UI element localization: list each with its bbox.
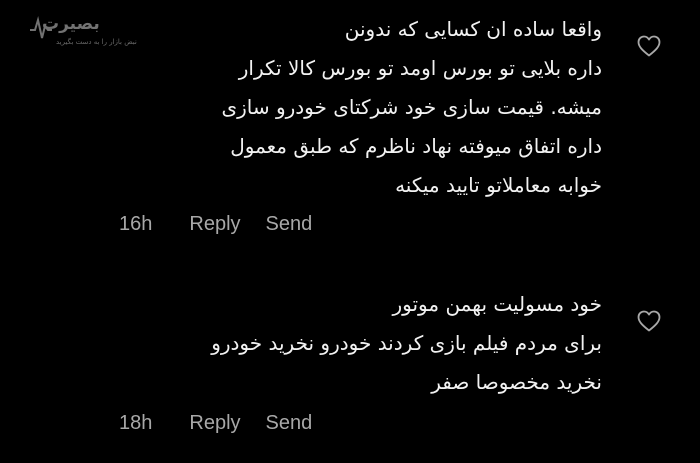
comment-actions: 18h Reply Send <box>119 412 312 435</box>
comment-timestamp: 16h <box>119 213 153 235</box>
comment-item: واقعا ساده ان کسایی که ندونن داره بلایی … <box>221 10 602 205</box>
comment-line: برای مردم فیلم بازی کردند خودرو نخرید خو… <box>211 331 602 355</box>
comment-line: واقعا ساده ان کسایی که ندونن <box>344 17 602 41</box>
send-button[interactable]: Send <box>266 412 313 435</box>
comment-timestamp: 18h <box>119 412 153 434</box>
comment-actions: 16h Reply Send <box>119 213 312 236</box>
watermark-brand: بصیرت <box>42 14 100 34</box>
comment-line: خوابه معاملاتو تایید میکنه <box>395 173 602 197</box>
reply-button[interactable]: Reply <box>189 412 240 435</box>
watermark-tagline: نبض بازار را به دست بگیرید <box>56 38 137 46</box>
comment-text: واقعا ساده ان کسایی که ندونن داره بلایی … <box>221 10 602 205</box>
comment-line: نخرید مخصوصا صفر <box>431 370 602 394</box>
comment-line: میشه. قیمت سازی خود شرکتای خودرو سازی <box>221 95 602 119</box>
send-button[interactable]: Send <box>266 213 313 236</box>
comment-line: داره بلایی تو بورس اومد تو بورس کالا تکر… <box>238 56 602 80</box>
comment-text: خود مسولیت بهمن موتور برای مردم فیلم باز… <box>211 285 602 402</box>
comment-line: خود مسولیت بهمن موتور <box>392 292 602 316</box>
heart-outline-icon[interactable] <box>637 310 661 332</box>
comment-line: داره اتفاق میوفته نهاد ناظرم که طبق معمو… <box>230 134 602 158</box>
comment-item: خود مسولیت بهمن موتور برای مردم فیلم باز… <box>211 285 602 402</box>
heart-outline-icon[interactable] <box>637 35 661 57</box>
reply-button[interactable]: Reply <box>189 213 240 236</box>
watermark-logo: بصیرت نبض بازار را به دست بگیرید <box>30 14 160 54</box>
